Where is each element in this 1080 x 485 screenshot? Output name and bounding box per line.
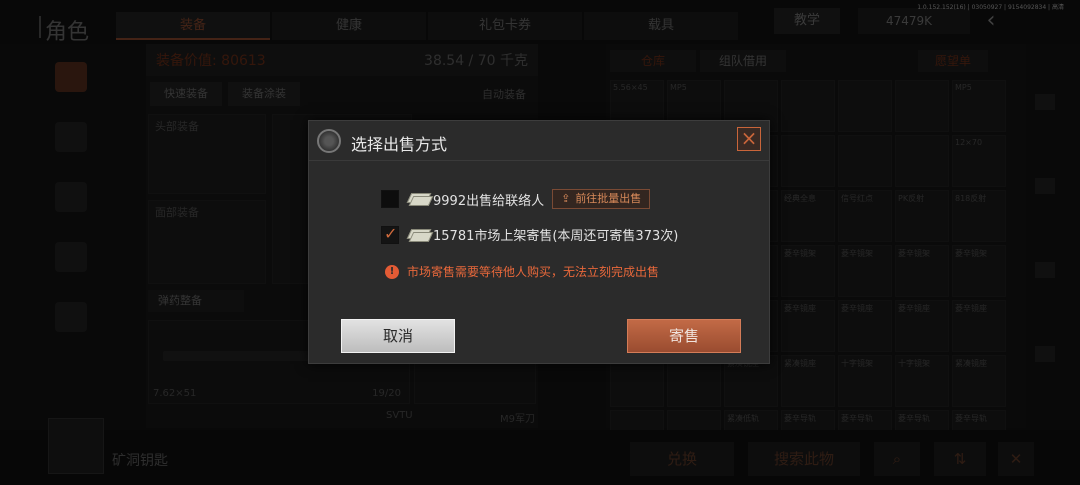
- dialog-header: 选择出售方式 ×: [309, 121, 769, 161]
- warehouse-cell[interactable]: 紧凑镜座: [952, 355, 1006, 407]
- bulk-sell-icon: ⇪: [561, 192, 571, 205]
- filter-sidebar: [1030, 94, 1060, 430]
- sell-method-dialog: 选择出售方式 × 9992出售给联络人 ⇪ 前往批量出售 ✓ 15781市场上架…: [308, 120, 770, 364]
- face-slot-label: 面部装备: [155, 206, 199, 219]
- warehouse-cell[interactable]: 十字镜架: [895, 355, 949, 407]
- warehouse-cell[interactable]: 菱辛镜架: [895, 245, 949, 297]
- selected-item-name: 矿洞钥匙: [112, 453, 168, 469]
- quick-actions: 快速装备 装备涂装: [150, 82, 300, 106]
- warehouse-cell[interactable]: [838, 80, 892, 132]
- weapon-caliber: 7.62×51: [153, 388, 197, 399]
- selected-item-thumb: [48, 418, 104, 474]
- warehouse-cell[interactable]: 818反射: [952, 190, 1006, 242]
- top-bar: 角色 装备 健康 礼包卡券 载具 教学 47479K ‹ 1.0.152.152…: [0, 0, 1080, 46]
- warehouse-cell[interactable]: 紧凑镜座: [781, 355, 835, 407]
- gun-category-icon[interactable]: [55, 62, 87, 92]
- main-tabs: 装备 健康 礼包卡券 载具: [116, 12, 738, 40]
- warehouse-cell[interactable]: 十字镜架: [838, 355, 892, 407]
- sell-to-contact-option[interactable]: 9992出售给联络人 ⇪ 前往批量出售: [381, 189, 651, 209]
- left-sidebar: [45, 46, 97, 421]
- warehouse-cell[interactable]: 经典全息: [781, 190, 835, 242]
- warehouse-cell[interactable]: MP5: [952, 80, 1006, 132]
- equipment-value: 装备价值: 80613: [156, 53, 266, 69]
- tab-storage[interactable]: 仓库: [610, 50, 696, 72]
- equipment-weight: 38.54 / 70 千克: [424, 53, 528, 69]
- tutorial-label: 教学: [793, 13, 820, 28]
- warehouse-cell[interactable]: [781, 135, 835, 187]
- page-title: 角色: [38, 14, 89, 46]
- helmet-category-icon[interactable]: [55, 182, 87, 212]
- warehouse-cell[interactable]: 菱辛镜架: [952, 245, 1006, 297]
- tab-equipment[interactable]: 装备: [116, 12, 270, 40]
- warehouse-cell[interactable]: 菱辛镜座: [838, 300, 892, 352]
- home-icon[interactable]: [1035, 94, 1055, 110]
- warehouse-cell[interactable]: 菱辛镜架: [838, 245, 892, 297]
- wishlist-button[interactable]: 愿望单: [918, 50, 988, 72]
- sell-to-contact-checkbox[interactable]: [381, 190, 399, 208]
- equip-paint-button[interactable]: 装备涂装: [228, 82, 300, 106]
- market-consign-checkbox[interactable]: ✓: [381, 223, 399, 244]
- search-icon[interactable]: ⌕: [874, 442, 920, 476]
- bulk-sell-label: 前往批量出售: [575, 192, 642, 205]
- warning-text: 市场寄售需要等待他人购买，无法立刻完成出售: [407, 265, 660, 279]
- sell-to-contact-text: 9992出售给联络人: [433, 193, 545, 209]
- warehouse-cell[interactable]: 信号红点: [838, 190, 892, 242]
- warehouse-cell[interactable]: [895, 135, 949, 187]
- warehouse-cell[interactable]: 菱辛镜座: [781, 300, 835, 352]
- warehouse-tabs: 仓库 组队借用: [610, 50, 786, 72]
- face-slot[interactable]: 面部装备: [148, 200, 266, 284]
- warehouse-cell[interactable]: 菱辛镜座: [895, 300, 949, 352]
- cancel-button[interactable]: 取消: [341, 319, 455, 353]
- bottom-bar: 矿洞钥匙 兑换 搜索此物 ⌕ ⇅ ✕: [0, 418, 1080, 485]
- smg-filter-icon[interactable]: [1035, 262, 1055, 278]
- head-slot-label: 头部装备: [155, 120, 199, 133]
- ammo-filter-icon[interactable]: [1035, 346, 1055, 362]
- weapon-name: SVTU: [386, 410, 413, 421]
- sort-icon[interactable]: ⇅: [934, 442, 986, 476]
- exchange-button[interactable]: 兑换: [630, 442, 734, 476]
- warning-icon: !: [385, 264, 399, 279]
- vest-category-icon[interactable]: [55, 122, 87, 152]
- tab-gift-cards[interactable]: 礼包卡券: [428, 12, 582, 40]
- checkmark-icon: ✓: [384, 223, 398, 243]
- globe-emblem-icon: [317, 129, 341, 153]
- bulk-sell-button[interactable]: ⇪ 前往批量出售: [552, 189, 651, 209]
- grenade-category-icon[interactable]: [55, 302, 87, 332]
- knife-name: M9军刀: [500, 414, 535, 425]
- head-slot[interactable]: 头部装备: [148, 114, 266, 194]
- warehouse-cell[interactable]: [895, 80, 949, 132]
- dialog-title: 选择出售方式: [351, 135, 448, 154]
- tab-health[interactable]: 健康: [272, 12, 426, 40]
- dialog-close-button[interactable]: ×: [737, 127, 761, 151]
- warehouse-cell[interactable]: [781, 80, 835, 132]
- auto-equip-toggle[interactable]: 自动装备: [482, 86, 526, 102]
- close-icon[interactable]: ✕: [998, 442, 1034, 476]
- equipment-header: 装备价值: 80613 38.54 / 70 千克: [146, 44, 538, 76]
- cash-icon: [407, 193, 429, 205]
- tab-team-borrow[interactable]: 组队借用: [700, 50, 786, 72]
- currency-display: 47479K: [858, 8, 970, 34]
- cash-icon: [407, 229, 429, 241]
- currency-amount: 47479K: [886, 14, 933, 28]
- warehouse-cell[interactable]: 12×70: [952, 135, 1006, 187]
- ammo-count: 19/20: [372, 388, 401, 399]
- close-icon: ×: [740, 126, 758, 150]
- consign-button[interactable]: 寄售: [627, 319, 741, 353]
- warehouse-cell[interactable]: 菱辛镜架: [781, 245, 835, 297]
- search-item-button[interactable]: 搜索此物: [748, 442, 860, 476]
- chevron-left-icon: ‹: [986, 8, 996, 33]
- warehouse-cell[interactable]: 菱辛镜座: [952, 300, 1006, 352]
- backpack-category-icon[interactable]: [55, 242, 87, 272]
- version-info: 1.0.152.152(16) | 03050927 | 9154092834 …: [917, 4, 1064, 11]
- consign-warning: ! 市场寄售需要等待他人购买，无法立刻完成出售: [385, 263, 659, 280]
- warehouse-cell[interactable]: [838, 135, 892, 187]
- market-consign-option[interactable]: ✓ 15781市场上架寄售(本周还可寄售373次): [381, 223, 679, 244]
- rifle-filter-icon[interactable]: [1035, 178, 1055, 194]
- tutorial-button[interactable]: 教学: [774, 8, 840, 34]
- tab-vehicles[interactable]: 载具: [584, 12, 738, 40]
- ammo-prep-button[interactable]: 弹药整备: [148, 290, 244, 312]
- warehouse-cell[interactable]: PK反射: [895, 190, 949, 242]
- quick-equip-button[interactable]: 快速装备: [150, 82, 222, 106]
- market-consign-text: 15781市场上架寄售(本周还可寄售373次): [433, 229, 679, 244]
